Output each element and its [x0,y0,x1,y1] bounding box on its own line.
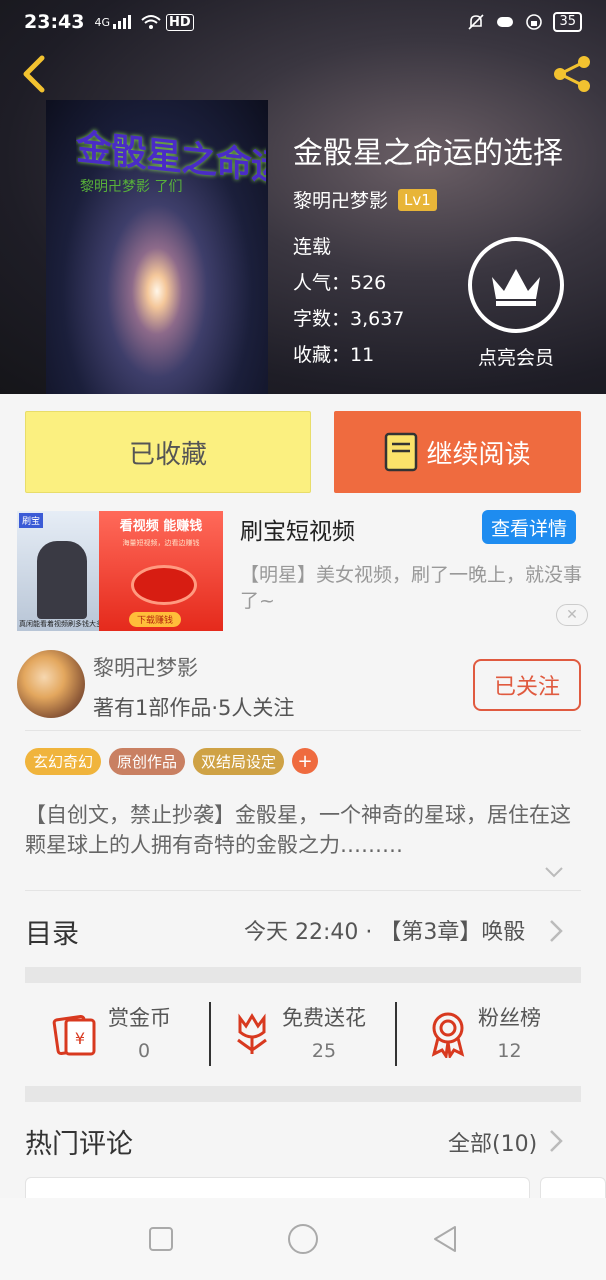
book-author[interactable]: 黎明卍梦影 [293,186,388,213]
tag-list: 玄幻奇幻 原创作品 双结局设定 + [25,748,319,775]
book-title: 金骰星之命运的选择 [293,136,563,171]
ad-tag: 刷宝 [19,513,44,528]
section-separator [25,967,581,983]
crown-icon [468,237,564,333]
continue-reading-label: 继续阅读 [426,439,531,470]
ad-detail-button[interactable]: 查看详情 [482,510,576,544]
book-author-line: 黎明卍梦影 Lv1 [293,186,437,213]
ad-image[interactable]: 刷宝 真闲能看着视频刷多钱大多 看视频 能赚钱 海量短视频，边看边赚钱 下载赚钱 [17,511,223,631]
add-tag-button[interactable]: + [292,748,319,774]
circle-icon [288,1224,318,1254]
chevron-left-icon [23,55,45,93]
synopsis[interactable]: 【自创文，禁止抄袭】金骰星，一个神奇的星球，居住在这颗星球上的人拥有奇特的金骰之… [25,800,581,860]
cloud-sync-icon [497,17,514,27]
free-flower-button[interactable]: 免费送花 25 [232,1002,366,1062]
mute-bell-icon [468,14,485,30]
vip-button[interactable]: 点亮会员 [466,237,566,370]
chevron-right-icon[interactable] [548,918,564,944]
ad-close-button[interactable]: ✕ [556,604,588,626]
status-bar: 23:43 4G HD 35 [0,0,606,44]
tag-chip[interactable]: 玄幻奇幻 [25,748,102,775]
stat-value: 12 [497,1040,522,1062]
book-popularity: 人气：526 [293,272,387,294]
toc-title[interactable]: 目录 [25,912,79,951]
medal-icon [431,1012,465,1058]
stat-label: 赏金币 [108,1006,171,1030]
author-avatar[interactable] [17,650,85,718]
tag-chip[interactable]: 原创作品 [109,748,186,775]
ad-mascot-image [131,565,197,605]
fan-ranking-button[interactable]: 粉丝榜 12 [428,1002,541,1062]
flower-icon [237,1013,267,1054]
chevron-down-icon [545,867,563,878]
lock-rotate-icon [526,14,543,30]
ad-thumb-headline: 看视频 能赚钱 [119,519,203,534]
level-badge: Lv1 [398,188,437,211]
ad-description[interactable]: 【明星】美女视频，刷了一晚上，就没事了~ [240,562,592,614]
recent-apps-button[interactable] [141,1219,181,1259]
ad-person-image [37,541,87,619]
svg-text:¥: ¥ [75,1029,85,1048]
wifi-icon [141,15,161,29]
divider [395,1002,397,1066]
book-status: 连载 [293,236,332,258]
tag-chip[interactable]: 双结局设定 [193,748,285,775]
collected-button[interactable]: 已收藏 [25,411,311,493]
triangle-back-icon [434,1226,456,1252]
stat-value: 0 [138,1040,151,1062]
ad-thumb-right: 看视频 能赚钱 海量短视频，边看边赚钱 下载赚钱 [99,511,223,631]
continue-reading-button[interactable]: 继续阅读 [334,411,581,493]
square-icon [149,1227,173,1251]
stat-value: 25 [311,1040,337,1062]
stat-label: 粉丝榜 [478,1006,541,1030]
reward-coin-icon: ¥ [52,1014,96,1056]
ad-thumb-sub: 海量短视频，边看边赚钱 [122,539,200,547]
ad-thumb-download: 下载赚钱 [129,612,182,627]
home-button[interactable] [283,1219,323,1259]
divider [25,730,581,731]
back-nav-button[interactable] [425,1219,465,1259]
follow-button[interactable]: 已关注 [473,659,581,711]
system-nav-bar [0,1198,606,1280]
cover-subtitle: 黎明卍梦影 了们 [80,179,183,195]
network-indicator: 4G [94,15,111,29]
status-time: 23:43 [24,11,85,33]
battery-indicator: 35 [553,12,582,32]
book-icon [385,432,418,472]
stat-label: 免费送花 [282,1006,366,1030]
ad-thumb-caption: 真闲能看着视频刷多钱大多 [19,620,103,628]
reward-coin-button[interactable]: ¥ 赏金币 0 [52,1002,171,1062]
book-cover[interactable]: 金骰星之命运的选择 黎明卍梦影 了们 [46,100,268,394]
book-word-count: 字数：3,637 [293,308,405,330]
book-header: 23:43 4G HD 35 金骰星之命运的选择 黎明卍梦影 了们 金骰星之命运… [0,0,606,394]
ad-app-name[interactable]: 刷宝短视频 [240,512,355,546]
hd-badge: HD [166,13,194,31]
back-button[interactable] [16,52,52,96]
book-favorites: 收藏：11 [293,344,375,366]
divider [25,890,581,891]
section-separator [25,1086,581,1102]
expand-button[interactable] [542,862,566,882]
ad-thumb-left: 刷宝 真闲能看着视频刷多钱大多 [17,511,103,631]
vip-label: 点亮会员 [477,347,554,369]
author-info: 著有1部作品·5人关注 [93,696,295,720]
all-comments-link[interactable]: 全部(10) [448,1126,537,1158]
toc-latest-chapter[interactable]: 今天 22:40 · 【第3章】唤骰 [244,914,525,946]
author-name[interactable]: 黎明卍梦影 [93,652,198,682]
divider [209,1002,211,1066]
signal-icon [113,15,132,29]
hot-comments-title: 热门评论 [25,1129,133,1160]
chevron-right-icon[interactable] [548,1128,564,1154]
share-button[interactable] [548,52,596,96]
share-icon [554,56,590,92]
